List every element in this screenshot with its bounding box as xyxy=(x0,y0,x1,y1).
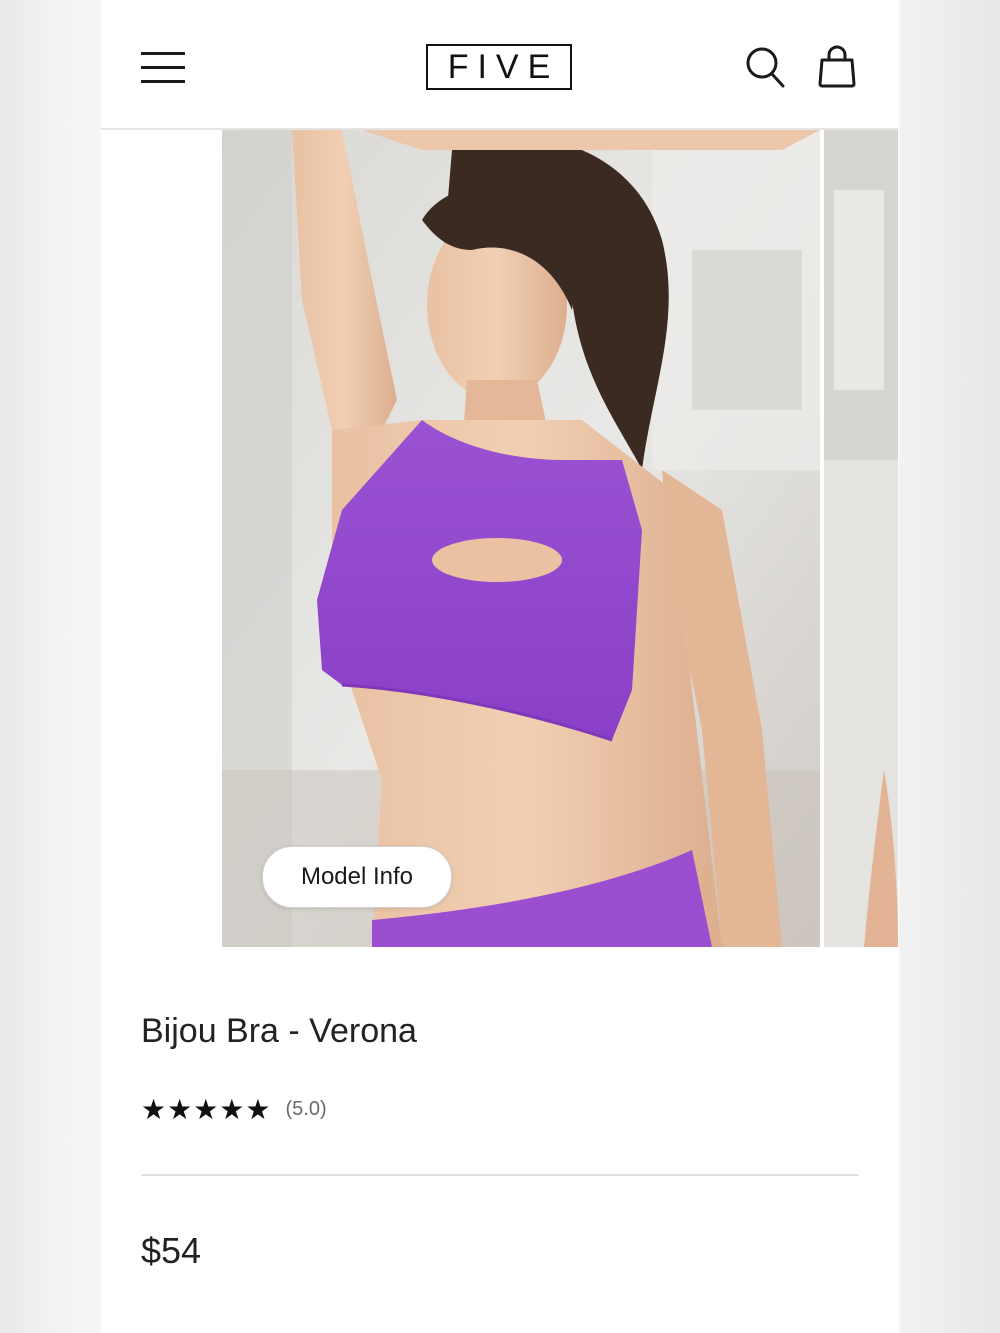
next-photo-preview xyxy=(824,130,898,947)
brand-logo-text: FIVE xyxy=(447,47,560,86)
hamburger-menu-icon[interactable] xyxy=(141,52,185,84)
search-icon[interactable] xyxy=(745,46,785,88)
product-image-main[interactable]: Model Info xyxy=(222,130,820,947)
site-header: FIVE xyxy=(101,4,898,130)
product-title: Bijou Bra - Verona xyxy=(141,1012,417,1050)
shopping-bag-icon[interactable] xyxy=(817,44,857,88)
product-price: $54 xyxy=(141,1230,202,1271)
model-info-button[interactable]: Model Info xyxy=(262,846,452,908)
product-rating[interactable]: ★★★★★ (5.0) xyxy=(141,1092,327,1126)
model-info-label: Model Info xyxy=(300,863,414,890)
product-page: FIVE Model Info Bijou Bra - Verona ★★★★★… xyxy=(101,4,898,1333)
model-photo xyxy=(222,130,820,947)
rating-value: (5.0) xyxy=(285,1097,327,1120)
star-rating-icon: ★★★★★ xyxy=(141,1092,272,1126)
product-image-gallery[interactable]: Model Info xyxy=(101,130,898,947)
brand-logo[interactable]: FIVE xyxy=(426,44,572,90)
product-image-next[interactable] xyxy=(824,130,898,947)
divider xyxy=(141,1174,859,1176)
